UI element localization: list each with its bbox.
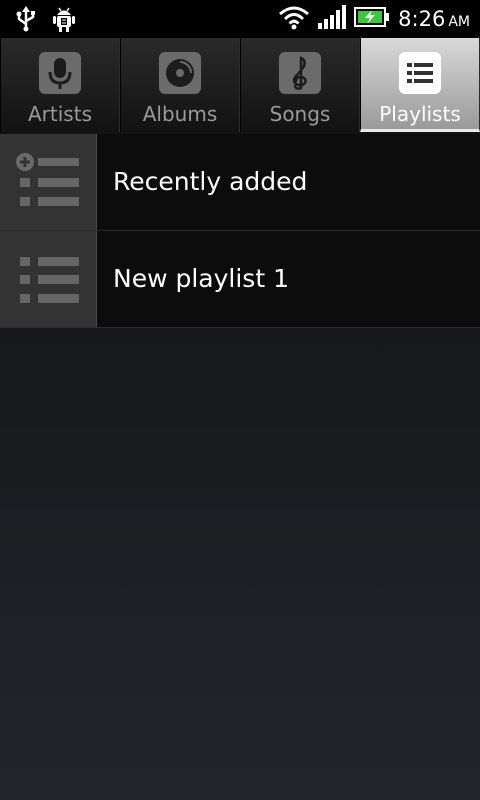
usb-icon (14, 6, 38, 36)
treble-clef-icon (279, 52, 321, 94)
wifi-icon (278, 4, 310, 34)
list-item-new-playlist-1[interactable]: New playlist 1 (0, 231, 480, 328)
list-item-label: Recently added (113, 167, 308, 196)
tab-bar: Artists Albums Songs Playlists (0, 38, 480, 132)
android-debug-icon (52, 6, 76, 36)
playlist-list: Recently added New playlist 1 (0, 134, 480, 328)
status-bar: 8:26 AM (0, 0, 480, 38)
list-icon (399, 52, 441, 94)
tab-playlists[interactable]: Playlists (360, 38, 480, 132)
playlist-icon (0, 231, 97, 327)
tab-label: Albums (142, 102, 218, 126)
list-item-label: New playlist 1 (113, 264, 289, 293)
add-playlist-icon (0, 134, 97, 230)
microphone-icon (39, 52, 81, 94)
list-item-recently-added[interactable]: Recently added (0, 134, 480, 231)
clock-ampm: AM (448, 14, 470, 30)
tab-artists[interactable]: Artists (0, 38, 120, 132)
signal-icon (318, 5, 347, 33)
clock: 8:26 AM (398, 7, 470, 31)
tab-label: Playlists (379, 102, 461, 126)
tab-label: Artists (28, 102, 92, 126)
clock-time: 8:26 (398, 7, 446, 31)
battery-charging-icon (354, 6, 390, 32)
tab-songs[interactable]: Songs (240, 38, 360, 132)
disc-icon (159, 52, 201, 94)
tab-label: Songs (269, 102, 331, 126)
tab-albums[interactable]: Albums (120, 38, 240, 132)
